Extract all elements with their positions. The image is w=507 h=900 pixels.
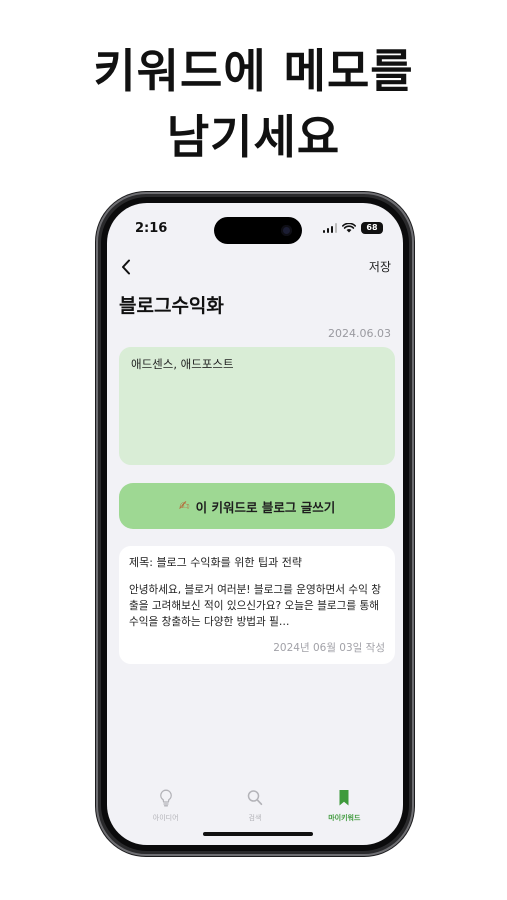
post-body: 안녕하세요, 블로거 여러분! 블로그를 운영하면서 수익 창출을 고려해보신 … bbox=[129, 584, 381, 628]
tab-ideas[interactable]: 아이디어 bbox=[126, 789, 206, 845]
phone-frame: 2:16 68 저장 블로그수익화 2024.06.03 애드센스, 애드포스트 bbox=[96, 192, 414, 856]
promo-headline: 키워드에 메모를 남기세요 bbox=[0, 38, 507, 170]
headline-line-2: 남기세요 bbox=[166, 110, 341, 164]
writing-hand-icon: ✍ bbox=[178, 498, 190, 514]
app-screen: 2:16 68 저장 블로그수익화 2024.06.03 애드센스, 애드포스트 bbox=[107, 203, 403, 845]
memo-field[interactable]: 애드센스, 애드포스트 bbox=[119, 347, 395, 465]
back-button[interactable] bbox=[117, 255, 135, 279]
tab-search-label: 검색 bbox=[248, 814, 262, 822]
write-blog-button[interactable]: ✍ 이 키워드로 블로그 글쓰기 bbox=[119, 483, 395, 529]
save-button[interactable]: 저장 bbox=[369, 258, 391, 275]
keyword-date: 2024.06.03 bbox=[328, 327, 391, 340]
tab-bar: 아이디어 검색 마이키워드 bbox=[107, 789, 403, 845]
tab-search[interactable]: 검색 bbox=[215, 789, 295, 845]
battery-icon: 68 bbox=[361, 222, 383, 234]
tab-my-keywords-label: 마이키워드 bbox=[328, 814, 361, 822]
headline-line-1: 키워드에 메모를 bbox=[93, 44, 414, 98]
post-date: 2024년 06월 03일 작성 bbox=[273, 642, 385, 654]
tab-my-keywords[interactable]: 마이키워드 bbox=[304, 789, 384, 845]
post-card[interactable]: 제목: 블로그 수익화를 위한 팁과 전략 안녕하세요, 블로거 여러분! 블로… bbox=[119, 546, 395, 664]
wifi-icon bbox=[342, 223, 356, 233]
dynamic-island bbox=[214, 217, 302, 244]
tab-ideas-label: 아이디어 bbox=[152, 814, 179, 822]
lightbulb-icon bbox=[159, 789, 172, 807]
bookmark-icon bbox=[339, 790, 349, 806]
cellular-signal-icon bbox=[322, 223, 337, 233]
chevron-left-icon bbox=[122, 259, 130, 275]
phone-bezel: 2:16 68 저장 블로그수익화 2024.06.03 애드센스, 애드포스트 bbox=[101, 197, 409, 851]
post-title: 제목: 블로그 수익화를 위한 팁과 전략 bbox=[129, 556, 302, 569]
status-time: 2:16 bbox=[135, 221, 168, 236]
camera-icon bbox=[281, 225, 292, 236]
keyword-title: 블로그수익화 bbox=[119, 295, 224, 317]
status-icons: 68 bbox=[322, 222, 383, 234]
search-icon bbox=[247, 790, 263, 806]
home-indicator[interactable] bbox=[203, 832, 313, 836]
write-blog-label: 이 키워드로 블로그 글쓰기 bbox=[195, 499, 336, 515]
